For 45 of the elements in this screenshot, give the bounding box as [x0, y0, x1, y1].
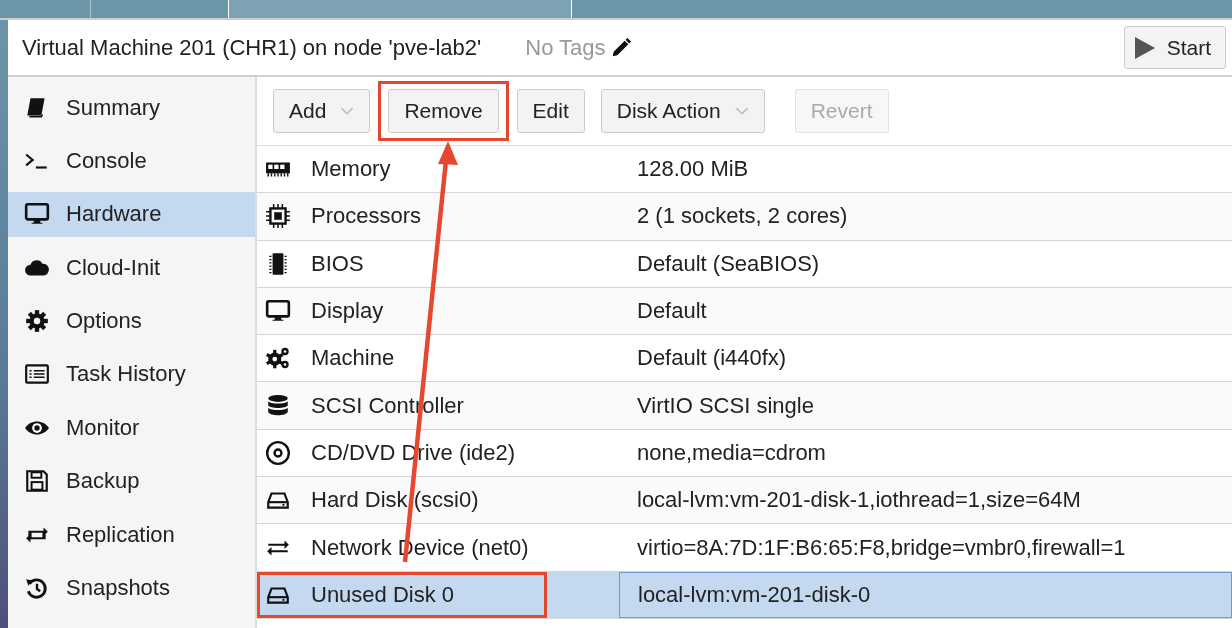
sidebar-item[interactable]: Hardware — [8, 191, 255, 237]
table-row[interactable]: Display Default — [257, 287, 1232, 336]
caret-icon — [340, 106, 355, 116]
table-cell: Default (SeaBIOS) — [637, 250, 820, 277]
disc-icon — [265, 439, 291, 466]
sidebar-item[interactable]: Snapshots — [8, 565, 255, 611]
sidebar-item[interactable]: Options — [8, 298, 255, 344]
table-cell: 128.00 MiB — [637, 156, 749, 183]
sidebar-item[interactable]: Backup — [8, 458, 255, 504]
chip-icon — [265, 203, 291, 230]
table-cell: Machine — [311, 345, 395, 372]
table-cell: VirtIO SCSI single — [637, 392, 814, 419]
history-icon — [24, 575, 50, 601]
toolbar-button[interactable]: Remove — [388, 89, 499, 133]
table-cell: Display — [311, 298, 384, 325]
table-row[interactable]: Unused Disk 0 local-lvm:vm-201-disk-0 — [257, 571, 1232, 619]
table-cell: 2 (1 sockets, 2 cores) — [637, 203, 848, 230]
caret-icon — [734, 106, 749, 116]
tags-label: No Tags — [525, 34, 606, 61]
sidebar-item[interactable]: Replication — [8, 512, 255, 558]
sidebar-item[interactable]: Summary — [8, 85, 255, 130]
start-button[interactable]: Start — [1123, 26, 1226, 69]
table-cell: local-lvm:vm-201-disk-1,iothread=1,size=64M — [637, 487, 1081, 514]
table-cell: Memory — [311, 156, 391, 183]
table-cell: Default — [637, 298, 707, 325]
play-icon — [1134, 36, 1155, 59]
table-cell: Hard Disk (scsi0) — [311, 487, 479, 514]
window-title: Virtual Machine 201 (CHR1) on node 'pve-lab2' — [22, 34, 482, 61]
table-cell: local-lvm:vm-201-disk-0 — [638, 581, 871, 608]
table-cell: Default (i440fx) — [637, 345, 787, 372]
toolbar-button[interactable]: Add — [273, 89, 371, 133]
toolbar-button[interactable]: Disk Action — [600, 89, 765, 133]
sidebar-item[interactable]: Console — [8, 138, 255, 184]
table-cell: Processors — [311, 203, 422, 230]
table-cell: Unused Disk 0 — [311, 581, 455, 608]
sidebar-item[interactable]: Task History — [8, 351, 255, 397]
settings-icon — [24, 308, 50, 335]
table-cell: virtio=8A:7D:1F:B6:65:F8,bridge=vmbr0,firewall=1 — [637, 534, 1126, 561]
toolbar-button[interactable]: Edit — [516, 89, 585, 133]
table-row[interactable]: Hard Disk (scsi0) local-lvm:vm-201-disk-1,iothread=1,size=64M — [257, 477, 1232, 525]
table-cell: none,media=cdrom — [637, 439, 826, 466]
sidebar-item[interactable]: Cloud-Init — [8, 245, 255, 291]
table-row[interactable]: Processors 2 (1 sockets, 2 cores) — [257, 193, 1232, 241]
table-cell: BIOS — [311, 250, 364, 277]
sidebar-item[interactable]: Monitor — [8, 405, 255, 451]
